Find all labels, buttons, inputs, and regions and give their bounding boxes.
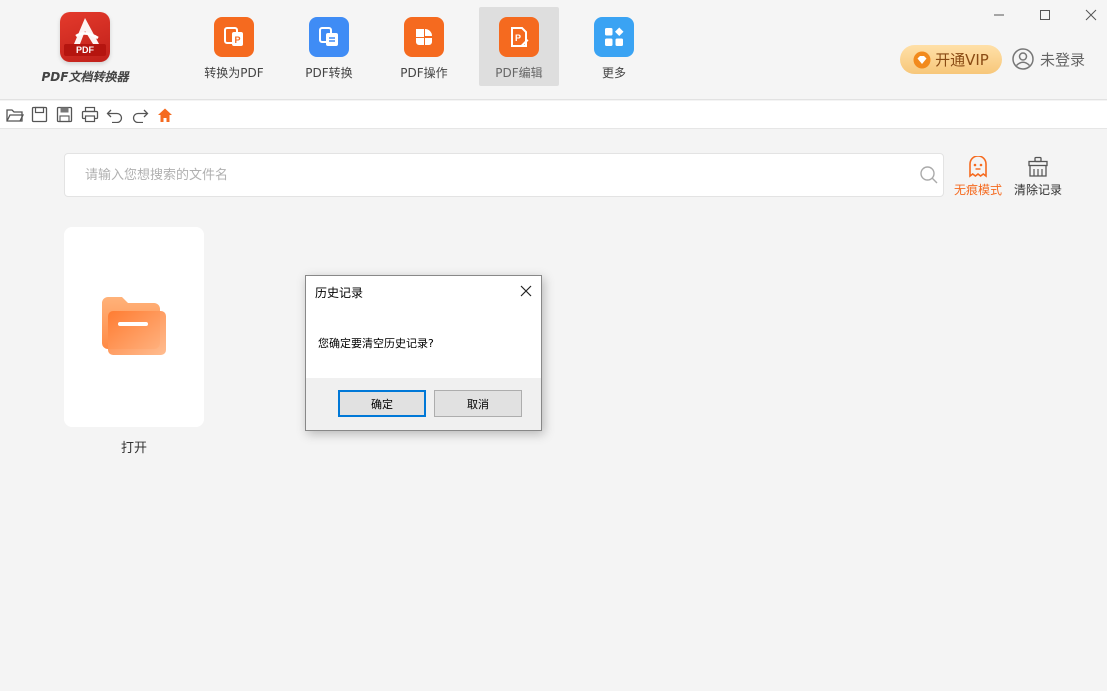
maximize-button[interactable] — [1034, 4, 1056, 26]
undo-icon[interactable] — [104, 104, 125, 125]
ribbon-label: PDF编辑 — [495, 66, 543, 80]
search-icon[interactable] — [919, 165, 939, 185]
open-label: 打开 — [120, 441, 147, 456]
vip-button[interactable]: 开通VIP — [900, 45, 1002, 74]
save-as-icon[interactable] — [54, 104, 75, 125]
broom-icon — [1028, 156, 1048, 177]
open-folder-icon[interactable] — [4, 104, 25, 125]
ribbon-label: PDF转换 — [305, 66, 353, 80]
save-icon[interactable] — [29, 104, 50, 125]
confirm-button[interactable]: 确定 — [338, 390, 426, 417]
app-logo: PDF PDF文档转换器 — [40, 12, 130, 85]
vip-label: 开通VIP — [935, 51, 989, 69]
incognito-mode-button[interactable]: 无痕模式 — [948, 155, 1008, 198]
ribbon-convert-to-pdf[interactable]: P 转换为PDF — [194, 7, 274, 86]
home-icon[interactable] — [154, 104, 175, 125]
pdf-convert-icon — [309, 17, 349, 57]
ribbon-more[interactable]: 更多 — [574, 7, 654, 86]
convert-to-pdf-icon: P — [214, 17, 254, 57]
cancel-button[interactable]: 取消 — [434, 390, 522, 417]
ghost-icon — [969, 156, 987, 178]
clear-history-dialog: 历史记录 您确定要清空历史记录? 确定 取消 — [305, 275, 542, 431]
user-avatar-icon — [1012, 48, 1034, 70]
dialog-close-button[interactable] — [517, 282, 535, 300]
logo-band: PDF — [64, 44, 106, 56]
pdf-logo-icon: PDF — [60, 12, 110, 62]
close-icon — [520, 285, 532, 297]
ribbon-label: PDF操作 — [400, 66, 448, 80]
login-label: 未登录 — [1040, 50, 1086, 69]
dialog-title: 历史记录 — [315, 286, 364, 300]
clear-history-label: 清除记录 — [1013, 183, 1062, 197]
quick-toolbar — [0, 101, 1107, 129]
app-name: PDF文档转换器 — [41, 70, 129, 84]
pdf-operate-icon — [404, 17, 444, 57]
top-ribbon: PDF PDF文档转换器 P 转换为PDF PDF转换 PDF操作 P PDF编… — [0, 0, 1107, 100]
close-window-button[interactable] — [1080, 4, 1102, 26]
login-button[interactable]: 未登录 — [1012, 46, 1085, 72]
ribbon-pdf-edit[interactable]: P PDF编辑 — [479, 7, 559, 86]
dialog-footer: 确定 取消 — [306, 378, 541, 430]
dialog-message: 您确定要清空历史记录? — [318, 337, 434, 350]
grid-icon — [594, 17, 634, 57]
search-box — [64, 153, 944, 197]
ribbon-pdf-convert[interactable]: PDF转换 — [289, 7, 369, 86]
svg-text:P: P — [234, 35, 240, 45]
clear-history-button[interactable]: 清除记录 — [1008, 155, 1068, 198]
search-input[interactable] — [65, 154, 905, 196]
incognito-label: 无痕模式 — [953, 183, 1002, 197]
folder-icon — [102, 297, 166, 355]
redo-icon[interactable] — [129, 104, 150, 125]
print-icon[interactable] — [79, 104, 100, 125]
svg-text:P: P — [515, 33, 521, 43]
open-file-card[interactable] — [64, 227, 204, 427]
minimize-button[interactable] — [988, 4, 1010, 26]
ribbon-label: 更多 — [601, 66, 626, 80]
pdf-edit-icon: P — [499, 17, 539, 57]
ribbon-label: 转换为PDF — [204, 66, 264, 80]
ribbon-pdf-operate[interactable]: PDF操作 — [384, 7, 464, 86]
diamond-icon — [913, 51, 931, 68]
